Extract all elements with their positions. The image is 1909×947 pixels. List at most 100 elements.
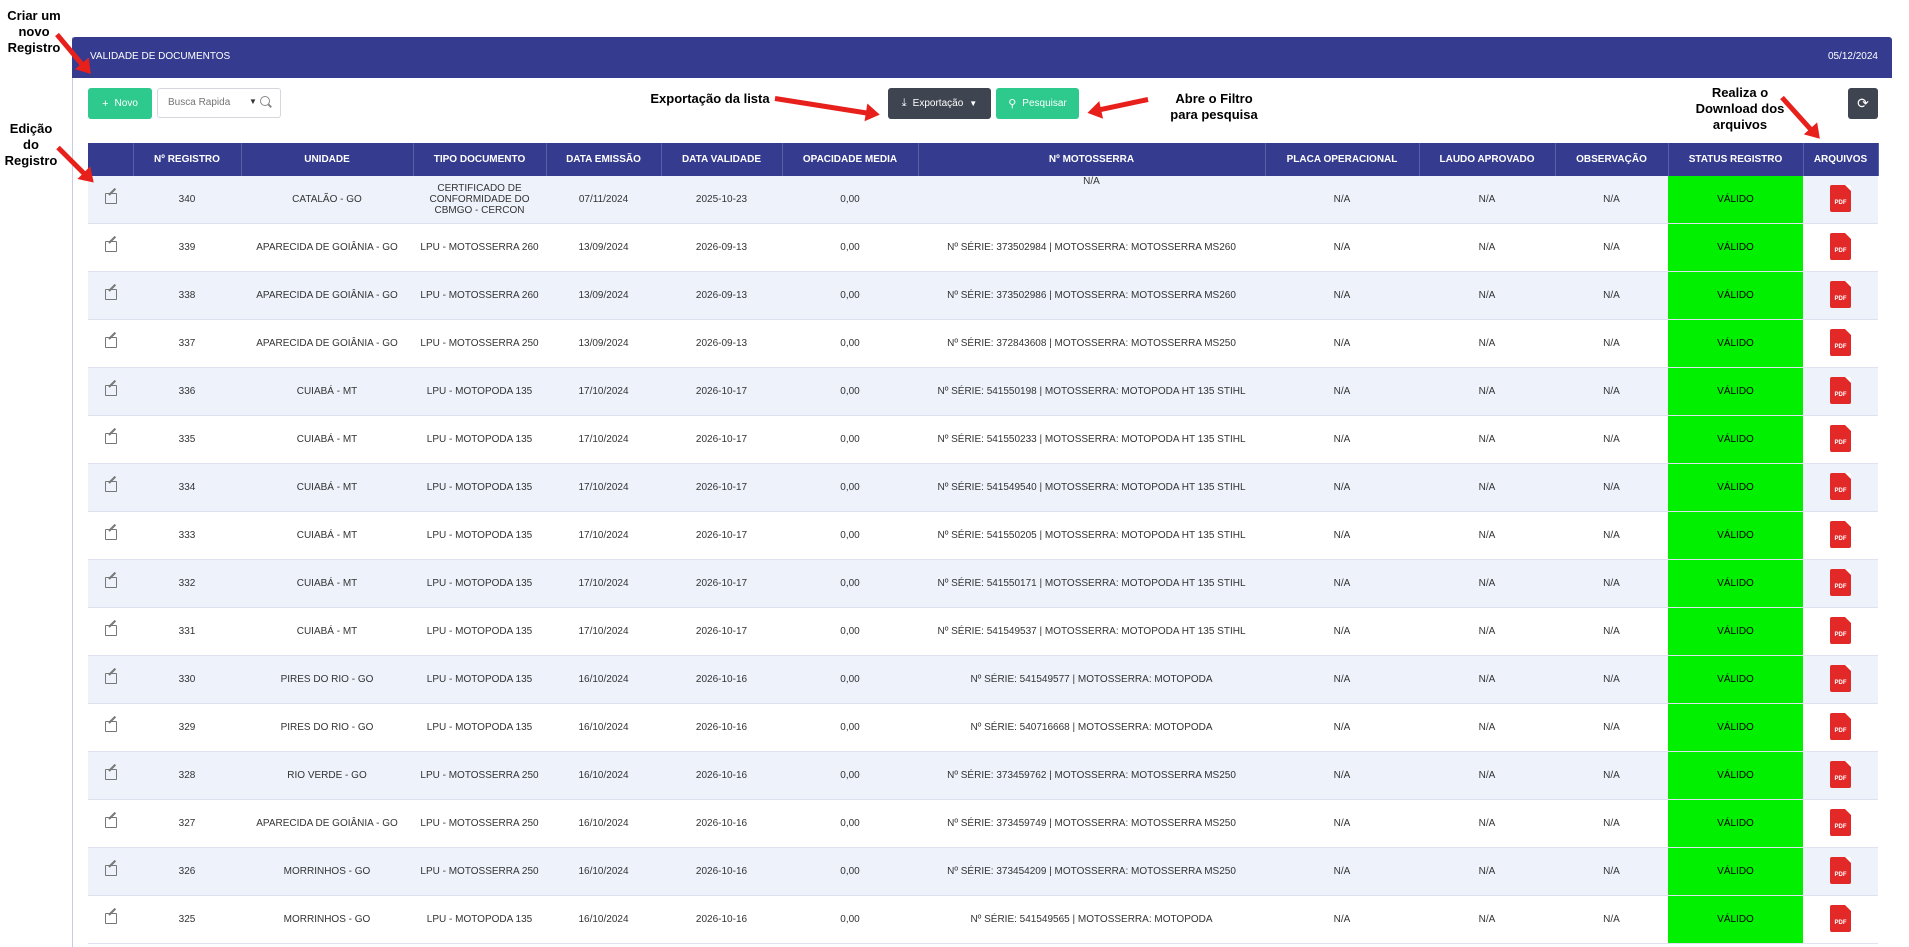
pdf-label: PDF: [1834, 679, 1847, 686]
pdf-icon[interactable]: PDF: [1830, 760, 1851, 788]
column-header: Nº MOTOSSERRA: [918, 143, 1266, 176]
cell-placa: N/A: [1265, 319, 1419, 368]
cell-unidade: CUIABÁ - MT: [241, 463, 413, 512]
cell-emissao: 13/09/2024: [546, 319, 661, 368]
pdf-icon[interactable]: PDF: [1830, 232, 1851, 260]
table-row: 328 RIO VERDE - GO LPU - MOTOSSERRA 250 16/…: [88, 751, 1878, 800]
cell-motosserra: Nº SÉRIE: 373454209 | MOTOSSERRA: MOTOSS…: [918, 847, 1265, 896]
table-row: 335 CUIABÁ - MT LPU - MOTOPODA 135 17/10/20…: [88, 415, 1878, 464]
cell-unidade: CUIABÁ - MT: [241, 511, 413, 560]
cell-tipo: LPU - MOTOSSERRA 250: [413, 799, 546, 848]
export-button[interactable]: ⤓ Exportação ▼: [888, 88, 991, 119]
cell-obs: N/A: [1555, 223, 1668, 272]
cell-validade: 2026-10-17: [661, 463, 782, 512]
cell-laudo: N/A: [1419, 607, 1555, 656]
cell-motosserra: Nº SÉRIE: 541549540 | MOTOSSERRA: MOTOPO…: [918, 463, 1265, 512]
edit-icon[interactable]: [104, 192, 117, 204]
files-cell: PDF: [1803, 607, 1878, 656]
edit-icon[interactable]: [104, 576, 117, 588]
refresh-button[interactable]: ⟳: [1848, 88, 1878, 119]
cell-validade: 2026-10-17: [661, 415, 782, 464]
edit-icon[interactable]: [104, 624, 117, 636]
edit-icon[interactable]: [104, 480, 117, 492]
cell-placa: N/A: [1265, 559, 1419, 608]
cell-laudo: N/A: [1419, 655, 1555, 704]
edit-icon[interactable]: [104, 432, 117, 444]
files-cell: PDF: [1803, 271, 1878, 320]
cell-placa: N/A: [1265, 223, 1419, 272]
edit-cell: [88, 176, 133, 224]
cell-unidade: CATALÃO - GO: [241, 176, 413, 224]
novo-button[interactable]: + Novo: [88, 88, 152, 119]
pdf-icon[interactable]: PDF: [1830, 184, 1851, 212]
cell-placa: N/A: [1265, 655, 1419, 704]
pdf-label: PDF: [1834, 871, 1847, 878]
pdf-icon[interactable]: PDF: [1830, 520, 1851, 548]
chevron-down-icon[interactable]: ▼: [249, 97, 257, 106]
edit-icon[interactable]: [104, 912, 117, 924]
cell-opacidade: 0,00: [782, 607, 918, 656]
cell-emissao: 13/09/2024: [546, 223, 661, 272]
edit-icon[interactable]: [104, 672, 117, 684]
files-cell: PDF: [1803, 751, 1878, 800]
table-header-row: Nº REGISTRO UNIDADE TIPO DOCUMENTO DATA EMI…: [88, 143, 1879, 176]
pdf-icon[interactable]: PDF: [1830, 424, 1851, 452]
table-row: 336 CUIABÁ - MT LPU - MOTOPODA 135 17/10/20…: [88, 367, 1878, 416]
edit-icon[interactable]: [104, 720, 117, 732]
cell-reg: 326: [133, 847, 241, 896]
edit-cell: [88, 751, 133, 800]
annotation-edicao: Edição do Registro: [4, 121, 58, 168]
edit-icon[interactable]: [104, 288, 117, 300]
pdf-icon[interactable]: PDF: [1830, 376, 1851, 404]
cell-motosserra: Nº SÉRIE: 373459762 | MOTOSSERRA: MOTOSS…: [918, 751, 1265, 800]
cell-emissao: 17/10/2024: [546, 607, 661, 656]
search-button[interactable]: ⚲ Pesquisar: [996, 88, 1079, 119]
pdf-icon[interactable]: PDF: [1830, 712, 1851, 740]
quick-search[interactable]: ▼: [157, 88, 281, 118]
cell-opacidade: 0,00: [782, 463, 918, 512]
pdf-icon[interactable]: PDF: [1830, 904, 1851, 932]
cell-status: VÁLIDO: [1668, 176, 1803, 224]
cell-obs: N/A: [1555, 607, 1668, 656]
edit-icon[interactable]: [104, 768, 117, 780]
edit-icon[interactable]: [104, 384, 117, 396]
pdf-icon[interactable]: PDF: [1830, 472, 1851, 500]
pdf-icon[interactable]: PDF: [1830, 280, 1851, 308]
cell-tipo: LPU - MOTOPODA 135: [413, 463, 546, 512]
cell-unidade: APARECIDA DE GOIÂNIA - GO: [241, 271, 413, 320]
search-icon[interactable]: [260, 96, 270, 106]
cell-motosserra: Nº SÉRIE: 541550171 | MOTOSSERRA: MOTOPO…: [918, 559, 1265, 608]
edit-icon[interactable]: [104, 864, 117, 876]
files-cell: PDF: [1803, 463, 1878, 512]
pdf-icon[interactable]: PDF: [1830, 856, 1851, 884]
files-cell: PDF: [1803, 895, 1878, 944]
pdf-label: PDF: [1834, 295, 1847, 302]
cell-tipo: LPU - MOTOPODA 135: [413, 607, 546, 656]
cell-placa: N/A: [1265, 895, 1419, 944]
edit-icon[interactable]: [104, 816, 117, 828]
cell-emissao: 16/10/2024: [546, 703, 661, 752]
cell-tipo: LPU - MOTOPODA 135: [413, 367, 546, 416]
cell-unidade: CUIABÁ - MT: [241, 415, 413, 464]
pdf-icon[interactable]: PDF: [1830, 616, 1851, 644]
edit-icon[interactable]: [104, 528, 117, 540]
column-header: PLACA OPERACIONAL: [1265, 143, 1420, 176]
search-button-label: Pesquisar: [1022, 98, 1067, 109]
column-header: OBSERVAÇÃO: [1555, 143, 1669, 176]
pdf-icon[interactable]: PDF: [1830, 664, 1851, 692]
page-header: VALIDADE DE DOCUMENTOS 05/12/2024: [72, 37, 1892, 78]
cell-unidade: APARECIDA DE GOIÂNIA - GO: [241, 319, 413, 368]
search-input[interactable]: [166, 96, 248, 109]
cell-laudo: N/A: [1419, 176, 1555, 224]
edit-icon[interactable]: [104, 240, 117, 252]
pdf-icon[interactable]: PDF: [1830, 808, 1851, 836]
cell-reg: 332: [133, 559, 241, 608]
cell-status: VÁLIDO: [1668, 655, 1803, 704]
edit-icon[interactable]: [104, 336, 117, 348]
cell-reg: 328: [133, 751, 241, 800]
cell-placa: N/A: [1265, 415, 1419, 464]
pdf-icon[interactable]: PDF: [1830, 328, 1851, 356]
pdf-icon[interactable]: PDF: [1830, 568, 1851, 596]
cell-status: VÁLIDO: [1668, 847, 1803, 896]
table-row: 337 APARECIDA DE GOIÂNIA - GO LPU - MOTOSS…: [88, 319, 1878, 368]
